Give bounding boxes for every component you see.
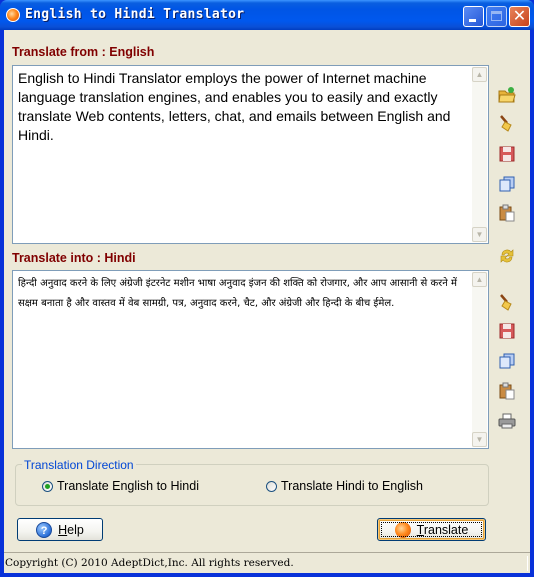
close-icon: ✕	[512, 6, 527, 25]
copyright-text: Copyright (C) 2010 AdeptDict,Inc. All ri…	[5, 557, 294, 569]
scroll-down-button[interactable]: ▼	[472, 227, 487, 242]
swap-refresh-icon[interactable]	[498, 247, 516, 265]
focus-rect	[381, 522, 482, 537]
radio-label: Translate English to Hindi	[57, 479, 199, 493]
help-label: Help	[58, 522, 84, 537]
window-title: English to Hindi Translator	[25, 7, 245, 22]
source-scrollbar[interactable]: ▲ ▼	[472, 67, 487, 242]
copy-icon[interactable]	[498, 175, 516, 193]
target-text[interactable]: हिन्दी अनुवाद करने के लिए अंग्रेजी इंटरन…	[18, 274, 468, 314]
translation-direction-title: Translation Direction	[22, 458, 136, 472]
app-window: English to Hindi Translator ✕ Translate …	[0, 0, 534, 577]
paste-icon[interactable]	[498, 204, 516, 222]
source-textarea[interactable]: English to Hindi Translator employs the …	[12, 65, 489, 244]
close-button[interactable]: ✕	[509, 6, 530, 27]
radio-hindi-to-english[interactable]: Translate Hindi to English	[266, 479, 423, 493]
source-label: Translate from : English	[12, 45, 155, 59]
save-floppy-icon[interactable]	[498, 145, 516, 163]
scroll-up-button[interactable]: ▲	[472, 272, 487, 287]
target-label: Translate into : Hindi	[12, 251, 136, 265]
scroll-up-button[interactable]: ▲	[472, 67, 487, 82]
translate-button[interactable]: Translate	[377, 518, 486, 541]
paste-icon[interactable]	[498, 382, 516, 400]
target-scrollbar[interactable]: ▲ ▼	[472, 272, 487, 447]
maximize-icon	[491, 11, 502, 21]
radio-selected-indicator[interactable]	[42, 480, 53, 492]
help-button[interactable]: ? Help	[17, 518, 103, 541]
client-area: Translate from : English English to Hind…	[4, 30, 530, 573]
target-textarea[interactable]: हिन्दी अनुवाद करने के लिए अंग्रेजी इंटरन…	[12, 270, 489, 449]
minimize-button[interactable]	[463, 6, 484, 27]
title-bar[interactable]: English to Hindi Translator ✕	[0, 0, 534, 30]
clear-broom-icon[interactable]	[498, 114, 516, 132]
clear-broom-icon[interactable]	[498, 293, 516, 311]
status-bar: Copyright (C) 2010 AdeptDict,Inc. All ri…	[4, 552, 530, 573]
app-logo-icon	[6, 8, 20, 22]
open-folder-icon[interactable]	[498, 86, 516, 104]
maximize-button[interactable]	[486, 6, 507, 27]
radio-unselected-indicator[interactable]	[266, 480, 277, 492]
help-icon: ?	[36, 521, 53, 538]
print-icon[interactable]	[498, 412, 516, 430]
minimize-icon	[469, 19, 476, 22]
copy-icon[interactable]	[498, 352, 516, 370]
scroll-down-button[interactable]: ▼	[472, 432, 487, 447]
radio-english-to-hindi[interactable]: Translate English to Hindi	[42, 479, 199, 493]
source-text[interactable]: English to Hindi Translator employs the …	[18, 69, 468, 145]
radio-label: Translate Hindi to English	[281, 479, 423, 493]
status-bar-separator	[527, 556, 528, 571]
save-floppy-icon[interactable]	[498, 322, 516, 340]
